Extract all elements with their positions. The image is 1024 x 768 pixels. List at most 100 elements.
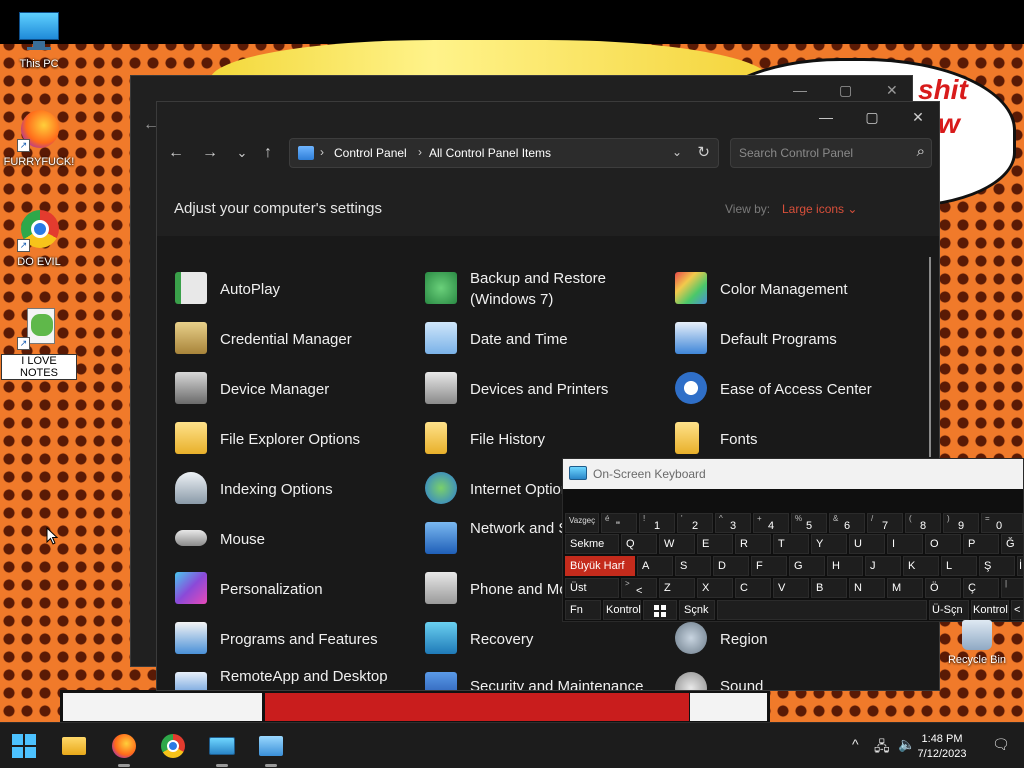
cp-item-default-programs[interactable]: Default Programs bbox=[675, 316, 925, 360]
cp-item-security-maintenance[interactable]: Security and Maintenance bbox=[425, 666, 675, 690]
scrollbar[interactable] bbox=[929, 257, 931, 457]
cp-item-credential-manager[interactable]: Credential Manager bbox=[175, 316, 425, 360]
cp-item-region[interactable]: Region bbox=[675, 616, 925, 660]
firefox-icon[interactable] bbox=[109, 731, 139, 767]
breadcrumb-all-items[interactable]: All Control Panel Items bbox=[429, 146, 551, 160]
on-screen-keyboard[interactable]: On-Screen Keyboard Vazgeç é " ! 1 ' 2 ^ 3 +4… bbox=[562, 458, 1024, 622]
cp-item-ease-of-access[interactable]: Ease of Access Center bbox=[675, 366, 925, 410]
chrome-icon[interactable] bbox=[158, 731, 188, 761]
cp-item-indexing-options[interactable]: Indexing Options bbox=[175, 466, 425, 510]
key[interactable]: /7 bbox=[867, 513, 903, 533]
key-tab[interactable]: Sekme bbox=[565, 534, 619, 554]
file-explorer-icon[interactable] bbox=[59, 731, 89, 761]
key[interactable]: C bbox=[735, 578, 771, 598]
key[interactable]: S bbox=[675, 556, 711, 576]
key-space[interactable] bbox=[717, 600, 927, 620]
minimize-button[interactable]: — bbox=[803, 102, 849, 132]
close-button[interactable]: ✕ bbox=[895, 102, 939, 132]
key[interactable]: F bbox=[751, 556, 787, 576]
forward-button[interactable]: → bbox=[197, 140, 223, 166]
up-button[interactable]: ↑ bbox=[255, 140, 281, 166]
key[interactable]: = 0 bbox=[981, 513, 1023, 533]
key[interactable]: & 6 bbox=[829, 513, 865, 533]
key[interactable]: Ç bbox=[963, 578, 999, 598]
key[interactable]: é " bbox=[601, 513, 637, 533]
key-shift[interactable]: Üst bbox=[565, 578, 619, 598]
minimize-button[interactable]: — bbox=[793, 82, 807, 98]
cp-item-recovery[interactable]: Recovery bbox=[425, 616, 675, 660]
key[interactable]: Z bbox=[659, 578, 695, 598]
cp-item-remoteapp[interactable]: RemoteApp and Desktop bbox=[175, 666, 425, 690]
cp-item-personalization[interactable]: Personalization bbox=[175, 566, 425, 610]
start-icon[interactable] bbox=[9, 731, 39, 761]
chevron-down-icon[interactable]: ⌄ bbox=[672, 145, 682, 159]
key-left-arrow[interactable]: < bbox=[1011, 600, 1023, 620]
key[interactable]: X bbox=[697, 578, 733, 598]
cp-item-sound[interactable]: Sound bbox=[675, 666, 925, 690]
key-ctrl[interactable]: Kontrol bbox=[603, 600, 641, 620]
key[interactable]: H bbox=[827, 556, 863, 576]
key[interactable]: | bbox=[1001, 578, 1023, 598]
key-windows[interactable] bbox=[643, 600, 677, 620]
desktop-icon-recycle-bin[interactable]: Recycle Bin bbox=[940, 620, 1014, 666]
key[interactable]: R bbox=[735, 534, 771, 554]
search-icon[interactable]: ⌕ bbox=[917, 143, 925, 160]
view-by-dropdown[interactable]: Large icons ⌄ bbox=[782, 202, 857, 216]
cp-item-devices-printers[interactable]: Devices and Printers bbox=[425, 366, 675, 410]
desktop-icon-rename-field[interactable]: I LOVE NOTES bbox=[1, 354, 77, 380]
osk-icon[interactable] bbox=[207, 731, 237, 767]
cp-item-autoplay[interactable]: AutoPlay bbox=[175, 266, 425, 310]
key[interactable]: Q bbox=[621, 534, 657, 554]
key[interactable]: D bbox=[713, 556, 749, 576]
key[interactable]: L bbox=[941, 556, 977, 576]
cp-item-date-time[interactable]: Date and Time bbox=[425, 316, 675, 360]
key[interactable]: A bbox=[637, 556, 673, 576]
key[interactable]: E bbox=[697, 534, 733, 554]
search-box[interactable]: Search Control Panel ⌕ bbox=[730, 138, 932, 168]
close-button[interactable]: ✕ bbox=[886, 82, 898, 99]
key[interactable]: ! 1 bbox=[639, 513, 675, 533]
key[interactable]: N bbox=[849, 578, 885, 598]
key[interactable]: Y bbox=[811, 534, 847, 554]
key[interactable]: P bbox=[963, 534, 999, 554]
osk-title-bar[interactable]: On-Screen Keyboard bbox=[563, 459, 1023, 489]
control-panel-icon[interactable] bbox=[256, 731, 286, 767]
desktop-icon-firefox[interactable]: ↗ FURRYFUCK! bbox=[1, 108, 77, 168]
show-hidden-icons-button[interactable]: ^ bbox=[852, 736, 859, 752]
key[interactable]: J bbox=[865, 556, 901, 576]
key[interactable]: ^ 3 bbox=[715, 513, 751, 533]
cp-item-file-explorer-options[interactable]: File Explorer Options bbox=[175, 416, 425, 460]
key[interactable]: ' 2 bbox=[677, 513, 713, 533]
breadcrumb-control-panel[interactable]: Control Panel bbox=[334, 146, 407, 160]
key-alt-gr[interactable]: Ü-Sçn bbox=[929, 600, 969, 620]
key[interactable]: Ş bbox=[979, 556, 1015, 576]
key[interactable]: T bbox=[773, 534, 809, 554]
recent-locations-button[interactable]: ⌄ bbox=[229, 140, 255, 166]
key-caps-lock[interactable]: Büyük Harf bbox=[565, 556, 635, 576]
key[interactable]: (8 bbox=[905, 513, 941, 533]
cp-item-color-management[interactable]: Color Management bbox=[675, 266, 925, 310]
back-button[interactable]: ← bbox=[163, 140, 189, 166]
key[interactable]: U bbox=[849, 534, 885, 554]
cp-item-fonts[interactable]: Fonts bbox=[675, 416, 925, 460]
search-input[interactable]: Search Control Panel bbox=[739, 146, 853, 160]
desktop-icon-this-pc[interactable]: This PC bbox=[1, 10, 77, 70]
key[interactable]: +4 bbox=[753, 513, 789, 533]
title-bar[interactable]: — ▢ ✕ bbox=[157, 102, 939, 132]
key[interactable]: İ bbox=[1017, 556, 1023, 576]
key[interactable]: V bbox=[773, 578, 809, 598]
key[interactable]: Ö bbox=[925, 578, 961, 598]
key[interactable]: ) 9 bbox=[943, 513, 979, 533]
key[interactable]: K bbox=[903, 556, 939, 576]
maximize-button[interactable]: ▢ bbox=[839, 82, 852, 99]
cp-item-mouse[interactable]: Mouse bbox=[175, 516, 425, 560]
key-ctrl-right[interactable]: Kontrol bbox=[971, 600, 1009, 620]
key[interactable]: > < bbox=[621, 578, 657, 598]
notification-icon[interactable]: 🗨 bbox=[992, 736, 1010, 753]
key[interactable]: B bbox=[811, 578, 847, 598]
key-fn[interactable]: Fn bbox=[565, 600, 601, 620]
desktop-icon-notes[interactable]: ↗ I LOVE NOTES bbox=[1, 306, 77, 380]
key[interactable]: % 5 bbox=[791, 513, 827, 533]
key[interactable]: O bbox=[925, 534, 961, 554]
desktop-icon-chrome[interactable]: ↗ DO EVIL bbox=[1, 208, 77, 268]
